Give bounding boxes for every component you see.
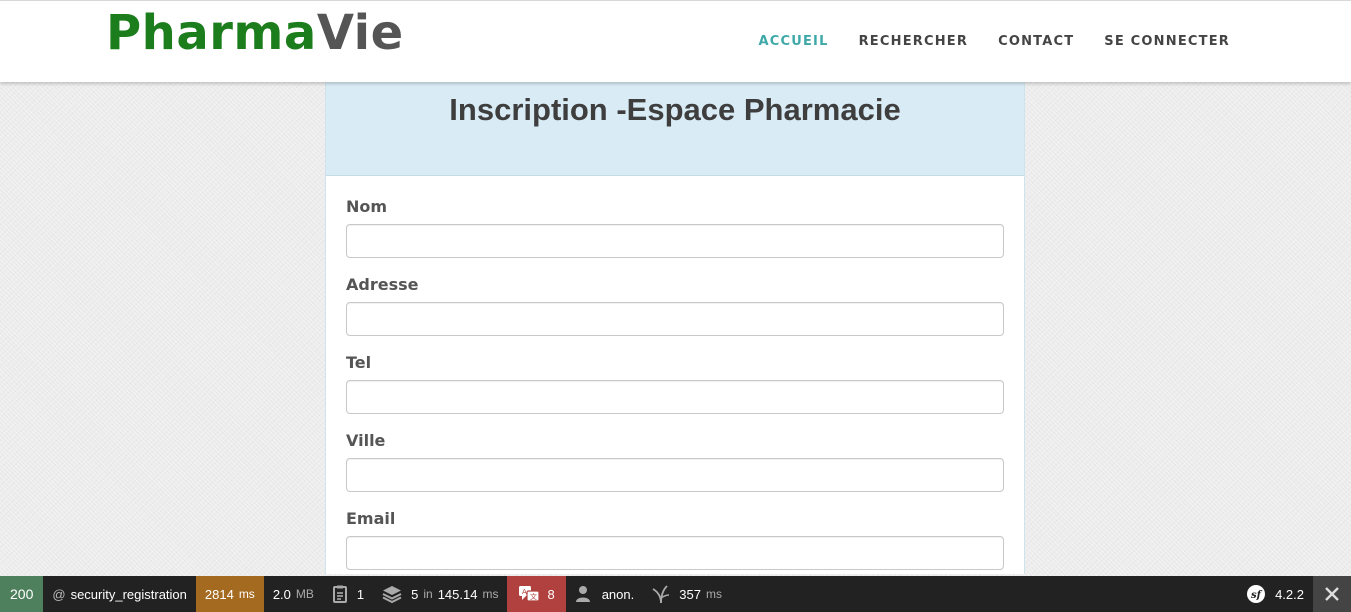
toolbar-close-button[interactable] — [1313, 576, 1351, 612]
doctrine-in: in — [423, 587, 433, 601]
route-name: security_registration — [70, 586, 187, 602]
card-header: Inscription -Espace Pharmacie — [326, 82, 1024, 176]
form-icon — [332, 585, 348, 603]
field-email: Email — [346, 510, 1004, 570]
registration-card: Inscription -Espace Pharmacie Nom Adress… — [325, 82, 1025, 574]
symfony-icon: sf — [1246, 584, 1266, 604]
ville-input[interactable] — [346, 458, 1004, 492]
status-code: 200 — [10, 586, 34, 602]
nav-accueil[interactable]: ACCUEIL — [758, 34, 828, 49]
forms-count: 1 — [356, 586, 365, 602]
time-unit: ms — [238, 587, 255, 601]
logo[interactable]: PharmaVie — [106, 5, 404, 61]
version-block[interactable]: sf 4.2.2 — [1237, 576, 1313, 612]
nom-input[interactable] — [346, 224, 1004, 258]
route-prefix: @ — [52, 586, 66, 602]
debug-toolbar: 200 @ security_registration 2814 ms 2.0 M… — [0, 576, 1351, 612]
field-tel: Tel — [346, 354, 1004, 414]
svg-text:sf: sf — [1251, 590, 1263, 601]
nav-se-connecter[interactable]: SE CONNECTER — [1104, 34, 1230, 49]
field-adresse: Adresse — [346, 276, 1004, 336]
site-header: PharmaVie ACCUEIL RECHERCHER CONTACT SE … — [0, 0, 1351, 82]
svg-text:文: 文 — [530, 592, 537, 601]
events-icon — [652, 584, 670, 604]
adresse-input[interactable] — [346, 302, 1004, 336]
main-nav: ACCUEIL RECHERCHER CONTACT SE CONNECTER — [758, 34, 1230, 49]
memory-value: 2.0 — [272, 586, 291, 602]
nom-label: Nom — [346, 197, 388, 216]
svg-text:A: A — [522, 588, 527, 596]
time-block[interactable]: 2814 ms — [195, 576, 264, 612]
field-ville: Ville — [346, 432, 1004, 492]
events-block[interactable]: 357 ms — [643, 576, 731, 612]
status-code-block[interactable]: 200 — [0, 576, 44, 612]
doctrine-block[interactable]: 5 in 145.14 ms — [373, 576, 507, 612]
memory-unit: MB — [295, 587, 314, 601]
user-block[interactable]: anon. — [566, 576, 644, 612]
logo-part-vie: Vie — [316, 5, 404, 61]
user-icon — [575, 585, 591, 603]
email-input[interactable] — [346, 536, 1004, 570]
close-icon — [1325, 587, 1339, 601]
events-time: 357 — [679, 586, 701, 602]
registration-form: Nom Adresse Tel Ville Email — [326, 176, 1024, 570]
translation-icon: A文 — [518, 585, 541, 603]
adresse-label: Adresse — [346, 275, 419, 294]
events-unit: ms — [705, 587, 722, 601]
route-block[interactable]: @ security_registration — [43, 576, 196, 612]
email-label: Email — [346, 509, 396, 528]
logo-part-pharma: Pharma — [106, 5, 317, 61]
tel-label: Tel — [346, 353, 372, 372]
tel-input[interactable] — [346, 380, 1004, 414]
doctrine-unit: ms — [482, 587, 499, 601]
translations-count: 8 — [547, 586, 555, 602]
nav-rechercher[interactable]: RECHERCHER — [859, 34, 969, 49]
page-title: Inscription -Espace Pharmacie — [449, 92, 901, 127]
user-name: anon. — [601, 586, 635, 602]
field-nom: Nom — [346, 198, 1004, 258]
time-value: 2814 — [204, 586, 234, 602]
database-icon — [382, 585, 402, 603]
translations-block[interactable]: A文 8 — [507, 576, 566, 612]
memory-block[interactable]: 2.0 MB — [264, 576, 323, 612]
nav-contact[interactable]: CONTACT — [998, 34, 1074, 49]
ville-label: Ville — [346, 431, 386, 450]
doctrine-queries: 5 — [411, 586, 419, 602]
forms-block[interactable]: 1 — [323, 576, 373, 612]
doctrine-time: 145.14 — [437, 586, 478, 602]
symfony-version: 4.2.2 — [1275, 586, 1304, 602]
